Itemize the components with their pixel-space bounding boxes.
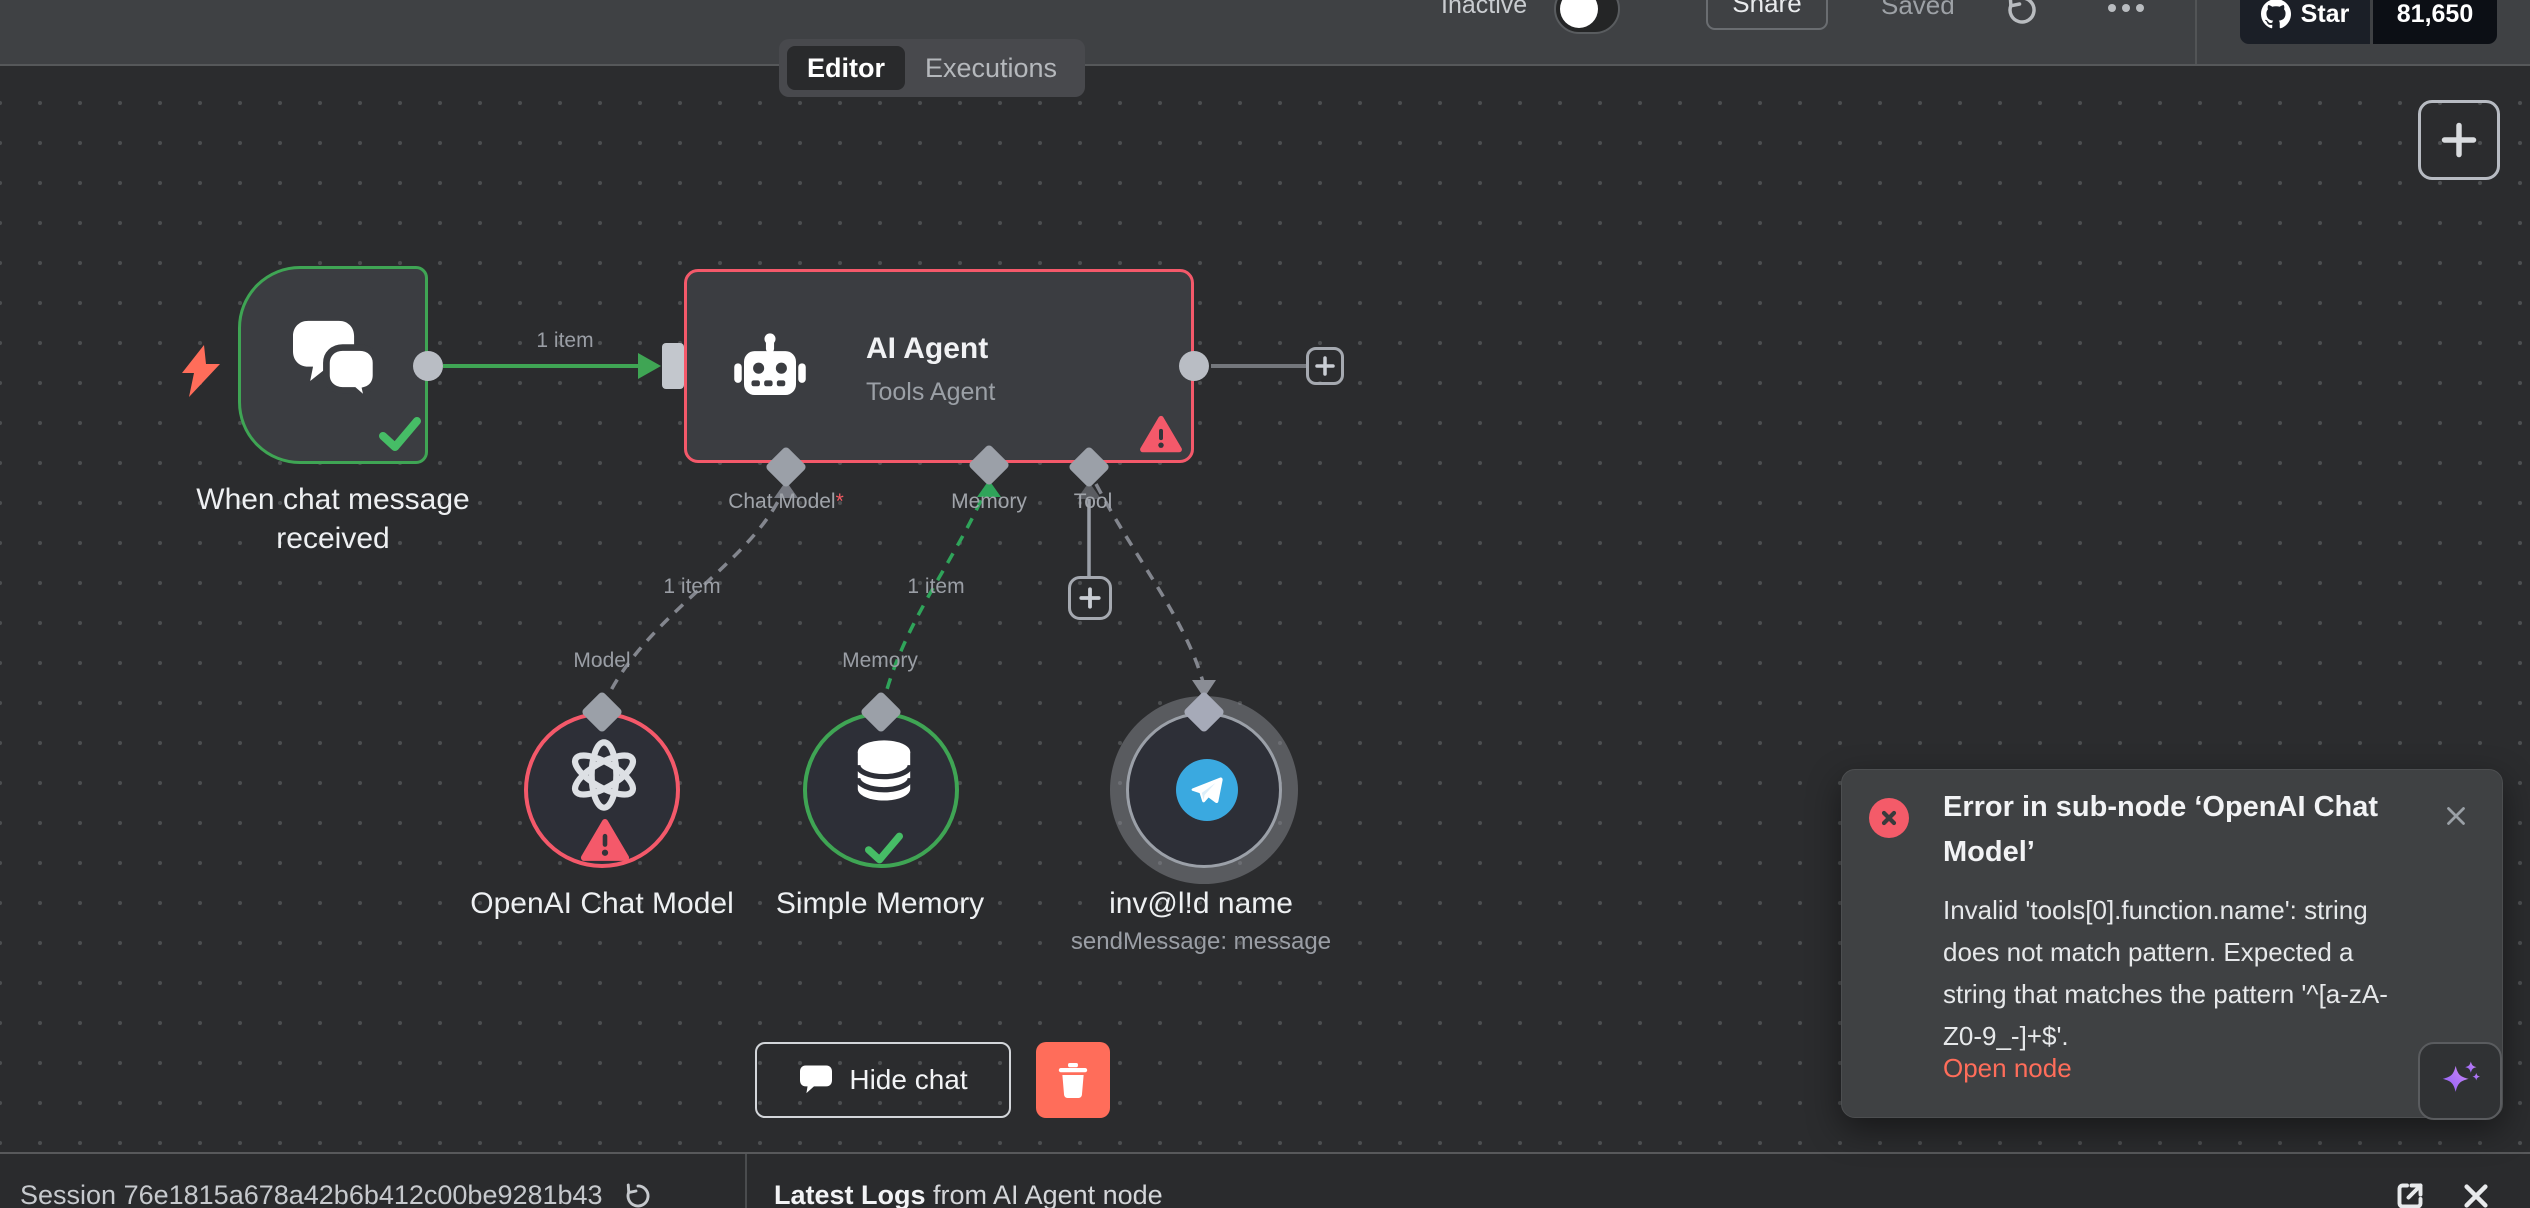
tab-editor[interactable]: Editor <box>787 46 905 90</box>
chat-model-port-label: Chat Model* <box>728 490 844 514</box>
trigger-node-label: When chat message received <box>163 480 503 558</box>
hide-chat-label: Hide chat <box>849 1064 967 1096</box>
required-marker: * <box>836 490 844 513</box>
popout-logs-icon[interactable] <box>2392 1178 2428 1208</box>
clear-chat-button[interactable] <box>1036 1042 1110 1118</box>
add-node-button[interactable] <box>2418 100 2500 180</box>
telegram-node-subtitle: sendMessage: message <box>1071 928 1331 956</box>
add-next-node-button[interactable] <box>1306 347 1344 385</box>
openai-node-label: OpenAI Chat Model <box>470 884 733 923</box>
error-icon <box>1869 798 1909 838</box>
star-label: Star <box>2301 0 2350 29</box>
open-node-link[interactable]: Open node <box>1943 1053 2072 1084</box>
header-divider <box>2195 0 2197 66</box>
history-icon[interactable] <box>2004 0 2040 33</box>
hide-chat-button[interactable]: Hide chat <box>755 1042 1011 1118</box>
success-check-icon <box>379 417 421 451</box>
memory-node-label: Simple Memory <box>776 884 984 923</box>
tab-executions[interactable]: Executions <box>905 53 1077 84</box>
telegram-node-selected[interactable] <box>1126 712 1282 868</box>
plus-icon <box>1078 586 1102 610</box>
chat-session-row: Session 76e1815a678a42b6b412c00be9281b43 <box>20 1180 653 1208</box>
refresh-session-icon[interactable] <box>623 1181 653 1208</box>
logs-subtitle: from AI Agent node <box>926 1180 1163 1208</box>
saved-status: Saved <box>1881 0 1955 21</box>
paper-plane-icon <box>1187 770 1227 810</box>
github-star-button[interactable]: Star <box>2240 0 2370 44</box>
agent-output-port[interactable] <box>1179 351 1209 381</box>
toast-close-icon[interactable] <box>2441 801 2471 836</box>
session-label: Session <box>20 1180 116 1208</box>
chat-bubble-icon <box>798 1064 834 1096</box>
sparkle-icon <box>2434 1055 2486 1107</box>
logs-title: Latest Logs <box>774 1180 926 1208</box>
share-label: Share <box>1732 0 1801 19</box>
session-id: 76e1815a678a42b6b412c00be9281b43 <box>124 1180 603 1208</box>
tool-port-label: Tool <box>1074 490 1113 514</box>
model-wire-label: Model <box>573 649 630 673</box>
toggle-knob <box>1560 0 1598 28</box>
plus-icon <box>2439 120 2479 160</box>
share-button[interactable]: Share <box>1706 0 1828 30</box>
top-bar: Inactive Share Saved Star 81,650 <box>0 0 2530 66</box>
plus-icon <box>1314 355 1336 377</box>
trash-icon <box>1056 1061 1090 1099</box>
github-star-widget[interactable]: Star 81,650 <box>2240 0 2497 44</box>
trigger-node-when-chat-message-received[interactable] <box>238 266 428 464</box>
edge-count-trigger-agent: 1 item <box>536 329 593 353</box>
openai-icon <box>559 730 649 820</box>
github-icon <box>2261 0 2291 29</box>
memory-wire-label: Memory <box>842 649 918 673</box>
robot-icon <box>731 330 809 408</box>
trigger-output-port[interactable] <box>413 351 443 381</box>
lightning-icon <box>180 345 222 397</box>
editor-executions-tabs: Editor Executions <box>779 39 1085 97</box>
error-toast: Error in sub-node ‘OpenAI Chat Model’ In… <box>1841 769 2503 1118</box>
chat-bubbles-icon <box>289 317 381 401</box>
panel-divider <box>745 1154 747 1208</box>
edge-count-memory: 1 item <box>907 575 964 599</box>
session-text: Session 76e1815a678a42b6b412c00be9281b43 <box>20 1180 603 1208</box>
x-icon <box>1879 808 1899 828</box>
ai-assistant-button[interactable] <box>2418 1042 2502 1120</box>
toast-message: Invalid 'tools[0].function.name': string… <box>1943 889 2388 1057</box>
success-check-icon <box>865 832 903 864</box>
agent-node-title: AI Agent <box>866 332 988 366</box>
logs-header: Latest Logs from AI Agent node <box>774 1180 1163 1208</box>
telegram-node-label: inv@l!d name <box>1109 884 1293 923</box>
inactive-label: Inactive <box>1441 0 1527 20</box>
simple-memory-node[interactable] <box>803 712 959 868</box>
add-tool-button[interactable] <box>1068 576 1112 620</box>
workflow-active-toggle[interactable] <box>1554 0 1620 34</box>
ai-agent-node[interactable] <box>684 269 1194 463</box>
warning-icon <box>579 818 631 864</box>
memory-port-label: Memory <box>951 490 1027 514</box>
agent-node-subtitle: Tools Agent <box>866 378 995 407</box>
warning-icon <box>1139 415 1183 455</box>
database-icon <box>847 734 921 810</box>
telegram-icon <box>1176 759 1238 821</box>
chat-model-port-text: Chat Model <box>728 490 835 513</box>
toast-title: Error in sub-node ‘OpenAI Chat Model’ <box>1943 785 2413 875</box>
edge-count-model: 1 item <box>663 575 720 599</box>
openai-chat-model-node[interactable] <box>524 712 680 868</box>
chat-logs-panel-header: Session 76e1815a678a42b6b412c00be9281b43… <box>0 1152 2530 1208</box>
more-options-icon[interactable] <box>2104 0 2148 25</box>
star-count[interactable]: 81,650 <box>2373 0 2497 44</box>
agent-input-port[interactable] <box>662 343 684 389</box>
close-logs-icon[interactable] <box>2460 1180 2492 1208</box>
